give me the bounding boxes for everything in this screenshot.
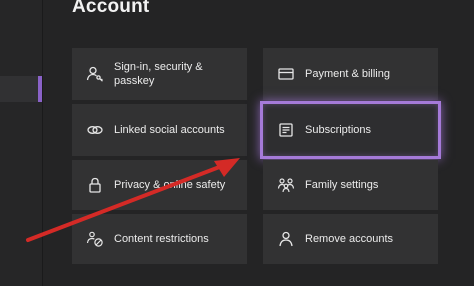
privacy-online-safety-tile[interactable]: Privacy & online safety [72, 160, 247, 210]
sidebar-selection-indicator [38, 76, 42, 102]
link-icon [86, 121, 104, 139]
remove-accounts-label: Remove accounts [305, 233, 394, 245]
subscriptions-label: Subscriptions [305, 124, 372, 136]
settings-screen: Account Sign-in, security & passkey Paym… [0, 0, 474, 286]
page-title: Account [72, 0, 150, 17]
subscriptions-tile[interactable]: Subscriptions [260, 101, 441, 159]
family-settings-tile[interactable]: Family settings [263, 160, 438, 210]
restricted-person-icon [86, 230, 104, 248]
signin-security-label: Sign-in, security & passkey [114, 61, 203, 87]
linked-social-accounts-tile[interactable]: Linked social accounts [72, 104, 247, 156]
payment-billing-label: Payment & billing [305, 68, 390, 80]
content-restrictions-label: Content restrictions [114, 233, 209, 245]
payment-billing-tile[interactable]: Payment & billing [263, 48, 438, 100]
remove-accounts-tile[interactable]: Remove accounts [263, 214, 438, 264]
signin-security-tile[interactable]: Sign-in, security & passkey [72, 48, 247, 100]
person-icon [277, 230, 295, 248]
person-key-icon [86, 65, 104, 83]
lock-icon [86, 176, 104, 194]
content-restrictions-tile[interactable]: Content restrictions [72, 214, 247, 264]
linked-social-accounts-label: Linked social accounts [114, 124, 225, 136]
receipt-icon [277, 121, 295, 139]
credit-card-icon [277, 65, 295, 83]
family-icon [277, 176, 295, 194]
sidebar [0, 0, 43, 286]
sidebar-item-account[interactable] [0, 76, 42, 102]
family-settings-label: Family settings [305, 179, 379, 191]
privacy-online-safety-label: Privacy & online safety [114, 179, 226, 191]
